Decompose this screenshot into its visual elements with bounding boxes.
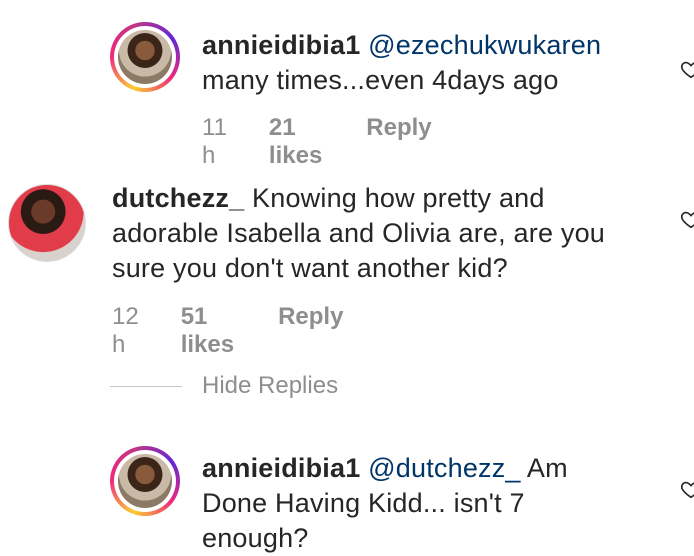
- comment-text-line: enough?: [202, 523, 309, 553]
- comment-text-line: sure you don't want another kid?: [112, 253, 508, 283]
- comment-body: annieidibia1 @ezechukwukaren many times.…: [202, 28, 662, 98]
- hide-replies-label[interactable]: Hide Replies: [202, 372, 338, 400]
- comment-body: dutchezz_ Knowing how pretty and adorabl…: [112, 181, 672, 286]
- comment-username[interactable]: annieidibia1: [202, 30, 360, 60]
- comment-likes[interactable]: 21 likes: [269, 114, 322, 170]
- comment-meta: 12 h 51 likes Reply: [112, 303, 343, 359]
- comment-time: 11 h: [202, 114, 227, 169]
- comment-text-line: Knowing how pretty and: [252, 183, 545, 213]
- avatar[interactable]: [8, 184, 86, 262]
- comment-meta: 11 h 21 likes Reply: [202, 114, 432, 170]
- comment-mention[interactable]: @dutchezz_: [368, 453, 521, 483]
- comment-text-line: Done Having Kidd... isn't 7: [202, 488, 525, 518]
- comment-text-line: Am: [526, 453, 568, 483]
- comment-likes[interactable]: 51 likes: [181, 303, 234, 359]
- comment-text-line: adorable Isabella and Olivia are, are yo…: [112, 218, 606, 248]
- hide-replies-divider: [110, 385, 182, 387]
- comment-username[interactable]: dutchezz_: [112, 183, 244, 213]
- heart-icon[interactable]: [680, 208, 694, 230]
- avatar[interactable]: [110, 22, 180, 92]
- comment-text-line: many times...even 4days ago: [202, 65, 559, 95]
- avatar[interactable]: [110, 446, 180, 516]
- hide-replies-toggle[interactable]: Hide Replies: [110, 372, 338, 400]
- reply-button[interactable]: Reply: [366, 114, 431, 142]
- comment-username[interactable]: annieidibia1: [202, 453, 360, 483]
- heart-icon[interactable]: [680, 478, 694, 500]
- heart-icon[interactable]: [680, 58, 694, 80]
- comment-mention[interactable]: @ezechukwukaren: [368, 30, 601, 60]
- comment-time: 12 h: [112, 303, 139, 358]
- comment-body: annieidibia1 @dutchezz_ Am Done Having K…: [202, 451, 662, 556]
- reply-button[interactable]: Reply: [278, 303, 343, 331]
